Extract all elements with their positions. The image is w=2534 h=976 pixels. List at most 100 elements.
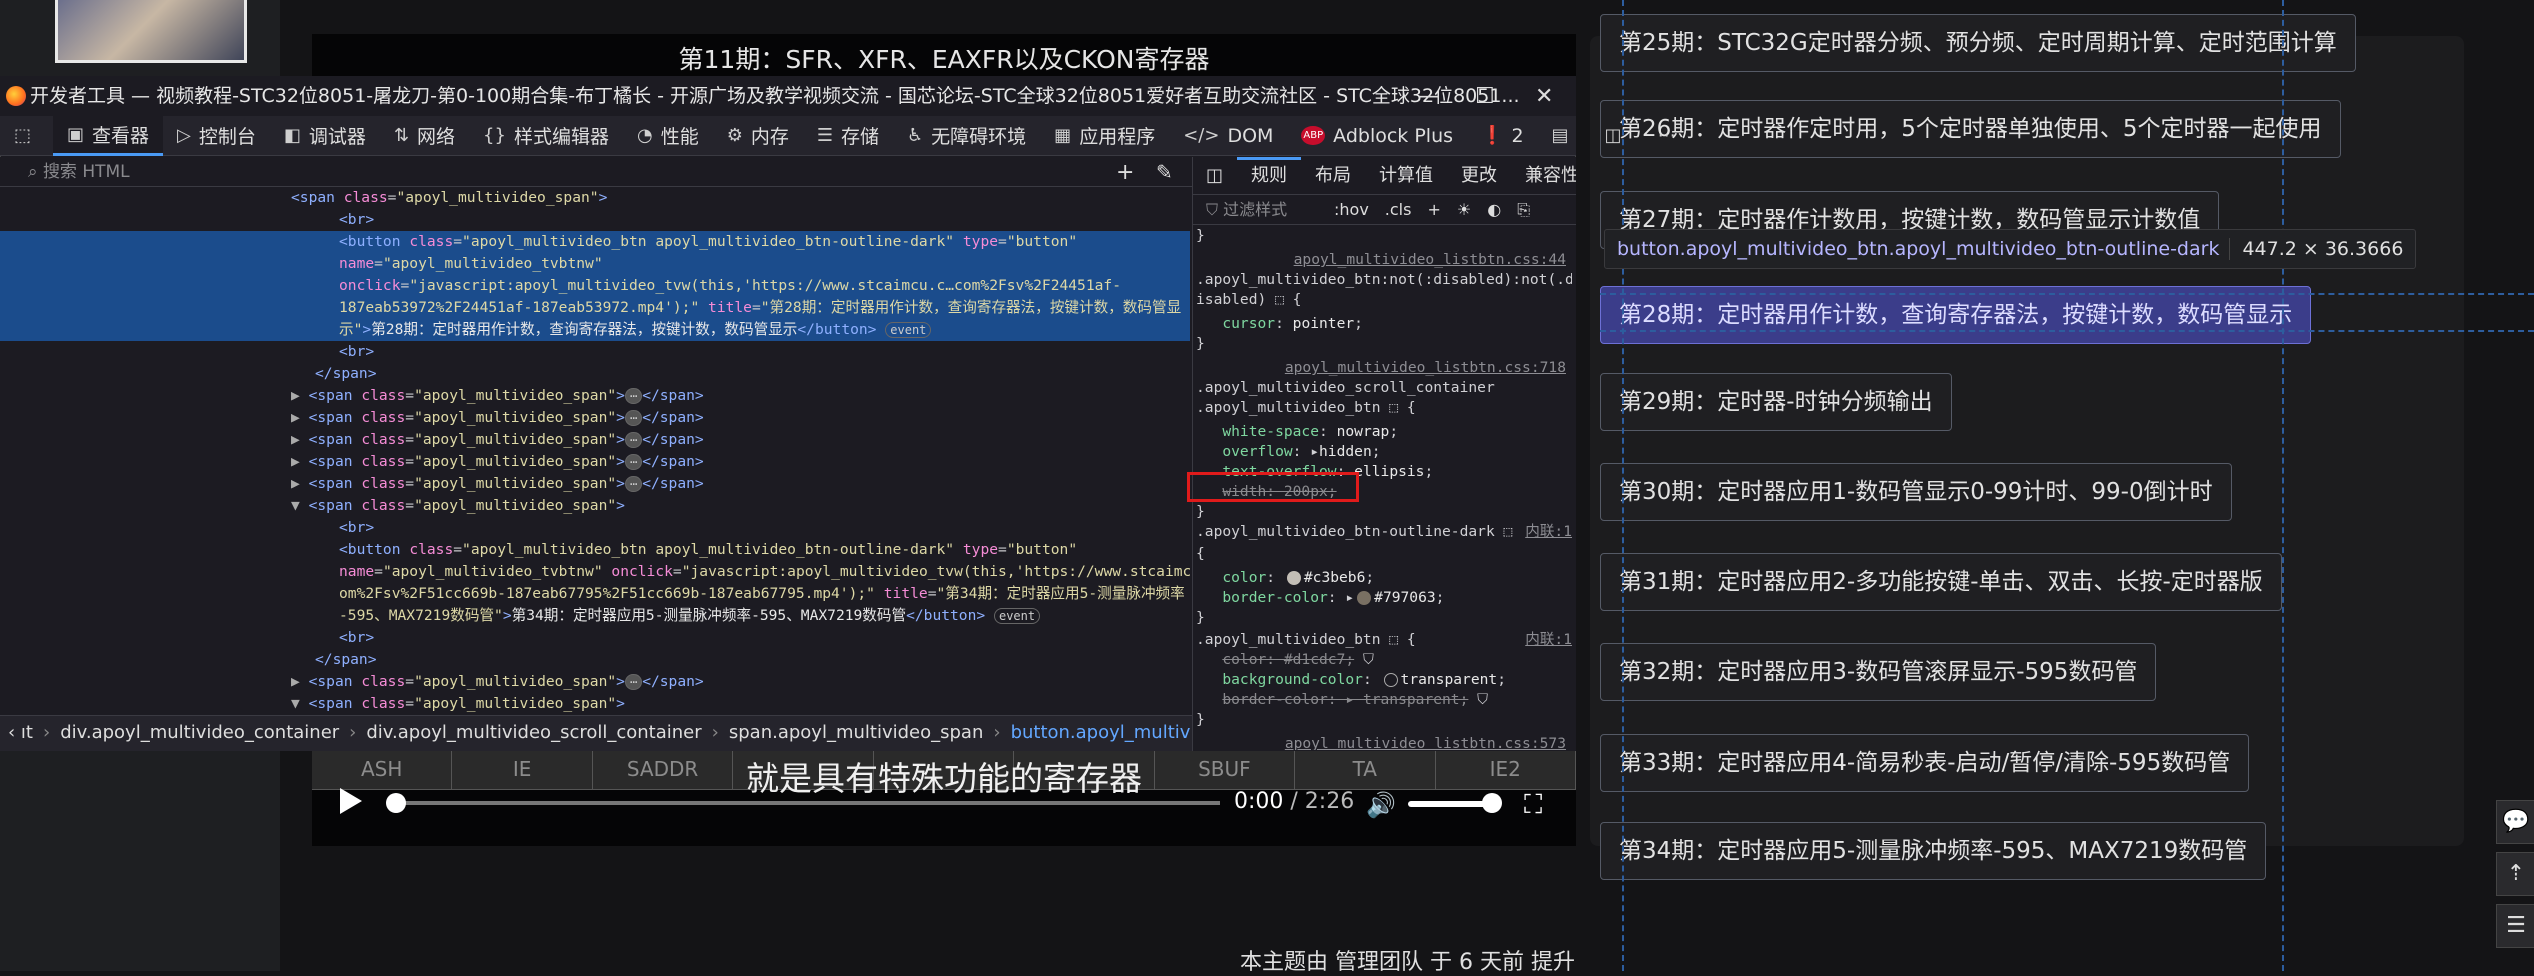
html-node-line[interactable]: <button class="apoyl_multivideo_btn apoy… bbox=[0, 539, 1190, 561]
episode-button[interactable]: 第32期：定时器应用3-数码管滚屏显示-595数码管 bbox=[1600, 643, 2157, 701]
dock-icon[interactable]: ◫ bbox=[1591, 116, 1644, 156]
css-rule-line: overflow: ▸hidden; bbox=[1222, 443, 1381, 460]
play-icon[interactable] bbox=[340, 788, 362, 814]
volume-knob[interactable] bbox=[1482, 793, 1502, 813]
rules-filter-button[interactable]: :hov bbox=[1334, 200, 1369, 219]
devtools-tab[interactable]: ABP Adblock Plus bbox=[1287, 116, 1467, 156]
breadcrumb-item[interactable]: div.apoyl_multivideo_scroll_container bbox=[366, 722, 701, 743]
rules-filter-button[interactable]: + bbox=[1427, 200, 1440, 219]
devtools-tab[interactable]: ⚙ 内存 bbox=[713, 116, 803, 156]
time-current: 0:00 bbox=[1234, 789, 1284, 814]
maximize-icon[interactable]: ☐ bbox=[1475, 84, 1495, 109]
rules-tab[interactable]: 计算值 bbox=[1365, 157, 1447, 194]
html-node-line[interactable]: <br> bbox=[0, 341, 1190, 363]
rules-tab[interactable]: 规则 bbox=[1237, 157, 1302, 194]
html-node-line[interactable]: om%2Fsv%2F51cc669b-187eab67795%2F51cc669… bbox=[0, 583, 1190, 605]
html-node-line[interactable]: <button class="apoyl_multivideo_btn apoy… bbox=[0, 231, 1190, 253]
rules-tab[interactable]: 更改 bbox=[1447, 157, 1511, 194]
devtools-tab[interactable]: </> DOM bbox=[1169, 116, 1287, 156]
rules-filter-button[interactable]: ⎘ bbox=[1517, 200, 1530, 219]
html-node-line[interactable]: ▶ <span class="apoyl_multivideo_span"> ⋯ <… bbox=[0, 473, 1190, 495]
rules-filter-button[interactable]: ☀ bbox=[1457, 200, 1471, 219]
rule-source-link[interactable]: apoyl_multivideo_listbtn.css:44 bbox=[1196, 250, 1572, 270]
volume-icon[interactable]: 🔊 bbox=[1366, 791, 1396, 819]
devtools-tab[interactable]: {} 样式编辑器 bbox=[469, 116, 623, 156]
element-picker-icon[interactable]: ⬚ bbox=[0, 116, 53, 156]
breadcrumb-item[interactable]: span.apoyl_multivideo_span bbox=[729, 722, 984, 743]
rule-source-link[interactable]: apoyl_multivideo_listbtn.css:718 bbox=[1196, 358, 1572, 378]
back-to-top-icon[interactable]: ⇡ bbox=[2496, 852, 2534, 896]
breadcrumb-item[interactable]: div.apoyl_multivideo_container bbox=[60, 722, 339, 743]
episode-button[interactable]: 第31期：定时器应用2-多功能按键-单击、双击、长按-定时器版 bbox=[1600, 553, 2282, 611]
css-rule-line: border-color: ▸ #797063; bbox=[1222, 589, 1445, 606]
list-icon[interactable]: ☰ bbox=[2496, 904, 2534, 948]
html-node-line[interactable]: 示">第28期：定时器用作计数，查询寄存器法，按键计数，数码管显示</butto… bbox=[0, 319, 1190, 341]
html-search-input[interactable]: ⌕ 搜索 HTML bbox=[0, 157, 1192, 187]
progress-knob[interactable] bbox=[386, 793, 406, 813]
breadcrumb-item[interactable]: ıt bbox=[21, 722, 33, 743]
episode-button[interactable]: 第25期：STC32G定时器分频、预分频、定时周期计算、定时范围计算 bbox=[1600, 14, 2356, 72]
responsive-icon[interactable]: ▤ bbox=[1538, 116, 1591, 156]
firefox-logo-icon bbox=[6, 86, 26, 106]
html-node-line[interactable]: ▶ <span class="apoyl_multivideo_span"> ⋯ <… bbox=[0, 407, 1190, 429]
fullscreen-icon[interactable]: ⛶ bbox=[1524, 790, 1542, 821]
html-node-line[interactable]: <br> bbox=[0, 209, 1190, 231]
html-node-line[interactable]: </span> bbox=[0, 363, 1190, 385]
html-node-line[interactable]: onclick="javascript:apoyl_multivideo_tvw… bbox=[0, 275, 1190, 297]
episode-button[interactable]: 第34期：定时器应用5-测量脉冲频率-595、MAX7219数码管 bbox=[1600, 822, 2267, 880]
html-node-line[interactable]: ▼ <span class="apoyl_multivideo_span"> bbox=[0, 693, 1190, 715]
html-node-line[interactable]: <span class="apoyl_multivideo_span"> bbox=[0, 187, 1190, 209]
annotation-red-box bbox=[1187, 472, 1359, 502]
html-node-line[interactable]: </span> bbox=[0, 649, 1190, 671]
minimize-icon[interactable]: — bbox=[1418, 84, 1440, 109]
html-node-line[interactable]: name="apoyl_multivideo_tvbtnw" onclick="… bbox=[0, 561, 1190, 583]
episode-button[interactable]: 第26期：定时器作定时用，5个定时器单独使用、5个定时器一起使用 bbox=[1600, 100, 2341, 158]
rules-tab[interactable]: 布局 bbox=[1301, 157, 1365, 194]
rules-tab[interactable]: 兼容性 bbox=[1511, 157, 1576, 194]
volume-slider[interactable] bbox=[1408, 801, 1492, 807]
error-count[interactable]: ❗ 2 bbox=[1467, 116, 1538, 156]
eyedropper-icon[interactable]: ✎ bbox=[1156, 160, 1173, 184]
video-progress-bar[interactable] bbox=[395, 801, 1220, 805]
episode-button[interactable]: 第30期：定时器应用1-数码管显示0-99计时、99-0倒计时 bbox=[1600, 463, 2232, 521]
html-node-line[interactable]: <br> bbox=[0, 517, 1190, 539]
tab-label: Adblock Plus bbox=[1333, 124, 1454, 147]
html-node-line[interactable]: ▶ <span class="apoyl_multivideo_span"> ⋯ <… bbox=[0, 451, 1190, 473]
tab-icon: ⇅ bbox=[393, 125, 410, 146]
html-node-line[interactable]: -595、MAX7219数码管">第34期：定时器应用5-测量脉冲频率-595、… bbox=[0, 605, 1190, 627]
devtools-tab[interactable]: ▦ 应用程序 bbox=[1040, 116, 1169, 156]
html-node-line[interactable]: ▶ <span class="apoyl_multivideo_span"> ⋯ <… bbox=[0, 385, 1190, 407]
devtools-tab[interactable]: ▷ 控制台 bbox=[163, 116, 270, 156]
episode-button[interactable]: 第33期：定时器应用4-简易秒表-启动/暂停/清除-595数码管 bbox=[1600, 734, 2250, 792]
devtools-tab[interactable]: ▣ 查看器 bbox=[53, 115, 164, 156]
devtools-tab[interactable]: ♿ 无障碍环境 bbox=[893, 116, 1040, 156]
guide-line-bottom bbox=[1600, 330, 2534, 332]
html-node-line[interactable]: name="apoyl_multivideo_tvbtnw" bbox=[0, 253, 1190, 275]
close-icon[interactable]: ✕ bbox=[1535, 84, 1553, 109]
more-options-icon[interactable]: ⋯ bbox=[1644, 116, 1698, 156]
rules-filter-button[interactable]: ◐ bbox=[1487, 200, 1501, 219]
devtools-tab[interactable]: ⇅ 网络 bbox=[380, 116, 469, 156]
episode-button[interactable]: 第29期：定时器-时钟分频输出 bbox=[1600, 373, 1952, 431]
comment-icon[interactable]: 💬 bbox=[2496, 800, 2534, 844]
rules-filter-button[interactable]: .cls bbox=[1385, 200, 1412, 219]
rules-filter[interactable]: ⛉ 过滤样式:hov .cls + ☀ ◐ ⎘ bbox=[1192, 195, 1576, 225]
html-node-line[interactable]: ▼ <span class="apoyl_multivideo_span"> bbox=[0, 495, 1190, 517]
breadcrumb-back-icon[interactable]: ‹ bbox=[8, 722, 21, 743]
devtools-tab[interactable]: ◔ 性能 bbox=[623, 116, 713, 156]
breadcrumb-item[interactable]: button.apoyl_multivideo_btn.apoyl_multiv… bbox=[1011, 722, 1192, 743]
html-node-line[interactable]: ▶ <span class="apoyl_multivideo_span"> ⋯ <… bbox=[0, 671, 1190, 693]
devtools-tab[interactable]: ◧ 调试器 bbox=[270, 116, 380, 156]
html-node-line[interactable]: 187eab53972%2F24451af-187eab53972.mp4');… bbox=[0, 297, 1190, 319]
sidebar-toggle-icon[interactable]: ◫ bbox=[1192, 157, 1237, 194]
tab-icon: ◔ bbox=[636, 125, 653, 146]
add-node-icon[interactable]: + bbox=[1116, 160, 1134, 185]
html-node-line[interactable]: <br> bbox=[0, 627, 1190, 649]
devtools-tab[interactable]: ☰ 存储 bbox=[803, 116, 893, 156]
html-tree[interactable]: <span class="apoyl_multivideo_span"> <br>… bbox=[0, 187, 1192, 715]
rule-source-link[interactable]: apoyl_multivideo_listbtn.css:573 bbox=[1196, 734, 1572, 750]
user-avatar[interactable] bbox=[55, 0, 247, 63]
css-rule-line: } bbox=[1196, 711, 1205, 728]
search-icon: ⌕ bbox=[28, 162, 43, 182]
html-node-line[interactable]: ▶ <span class="apoyl_multivideo_span"> ⋯ <… bbox=[0, 429, 1190, 451]
